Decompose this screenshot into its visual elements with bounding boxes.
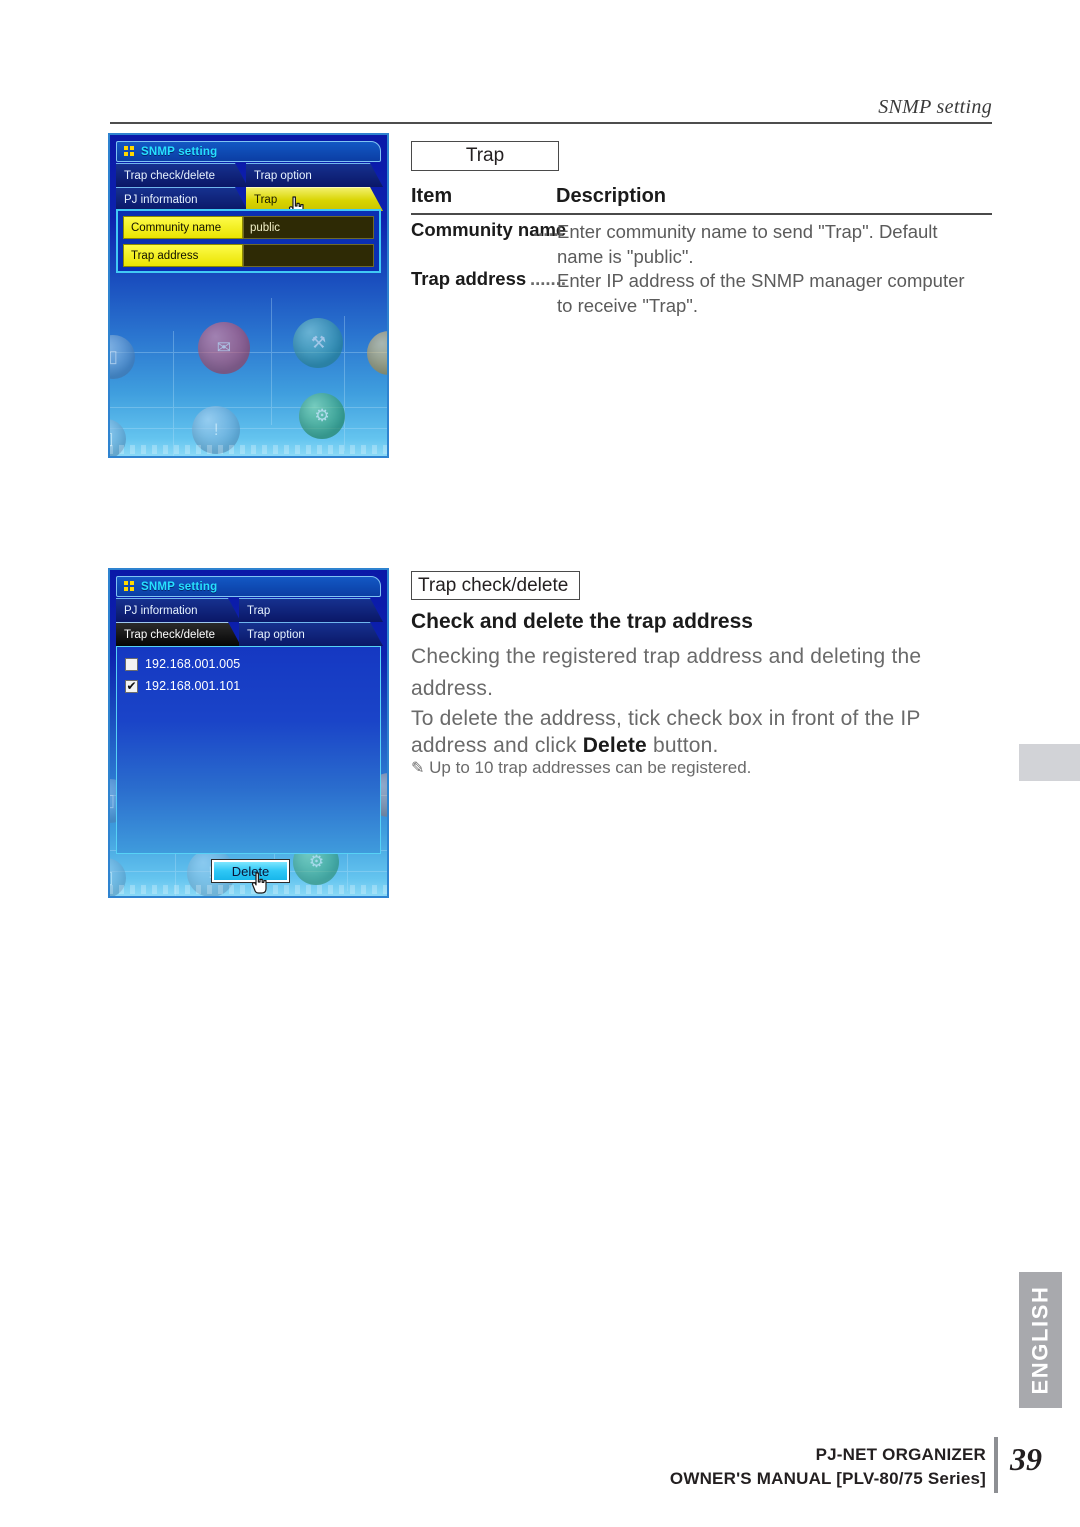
language-tab: ENGLISH [1019, 1272, 1062, 1408]
tab-label: Trap [254, 193, 278, 206]
paragraph-2-post: button. [646, 734, 719, 757]
note-text: Up to 10 trap addresses can be registere… [429, 758, 752, 777]
tab-label: Trap [247, 604, 271, 617]
background-grid [108, 276, 389, 458]
tab-label: Trap option [254, 169, 312, 182]
screenshot-trap-check-delete: ✉ ⚒ ⚙ ! ▯ ▣ SNMP setting PJ information … [108, 568, 389, 898]
app-dots-icon [124, 581, 135, 592]
running-head: SNMP setting [878, 96, 992, 118]
window-title: SNMP setting [141, 580, 218, 593]
tab-row-upper: Trap check/delete Trap option [116, 163, 381, 187]
description-community-name-line1: Enter community name to send "Trap". Def… [557, 221, 938, 242]
table-header-description: Description [556, 185, 667, 207]
tab-label: Trap check/delete [124, 628, 215, 641]
tab-label: PJ information [124, 193, 198, 206]
window-title: SNMP setting [141, 145, 218, 158]
description-trap-address-line2: to receive "Trap". [557, 295, 698, 316]
tab-row-upper: PJ information Trap [116, 598, 381, 622]
tab-trap-option[interactable]: Trap option [246, 163, 383, 187]
callout-trap-check-delete: Trap check/delete [411, 571, 580, 600]
tab-row-lower: PJ information Trap [116, 187, 381, 211]
camera-orb-icon: ⚙ [299, 393, 346, 439]
header-rule [110, 122, 992, 124]
paragraph-1-line-1: Checking the registered trap address and… [411, 645, 922, 668]
field-row: Community name public [123, 216, 374, 239]
note-line: ✎ Up to 10 trap addresses can be registe… [411, 756, 751, 780]
screenshot-trap: ✉ ⚒ ⚙ ! ▯ ▣ SNMP setting Trap check/dele… [108, 133, 389, 458]
trap-address-list: ✔ 192.168.001.005 ✔ 192.168.001.101 [116, 646, 381, 854]
delete-button-label: Delete [231, 863, 270, 879]
trap-address-label: Trap address [123, 244, 243, 267]
footer-manual: OWNER'S MANUAL [PLV-80/75 Series] [669, 1469, 986, 1488]
window-titlebar: SNMP setting [116, 576, 381, 597]
tab-trap-option[interactable]: Trap option [239, 622, 383, 646]
tab-pj-information[interactable]: PJ information [116, 598, 241, 622]
tab-trap[interactable]: Trap [246, 187, 383, 211]
mail-orb-icon: ✉ [197, 321, 250, 374]
section-thumb-tab [1019, 744, 1080, 781]
callout-label: Trap [465, 145, 505, 166]
tab-trap[interactable]: Trap [239, 598, 383, 622]
item-trap-address: Trap address [411, 268, 527, 289]
description-community-name-line2: name is "public". [557, 246, 694, 267]
tab-label: Trap check/delete [124, 169, 215, 182]
window-titlebar: SNMP setting [116, 141, 381, 162]
table-header-item: Item [411, 185, 453, 207]
footer-dot-strip [108, 885, 389, 894]
pencil-icon: ✎ [411, 758, 425, 777]
field-row: Trap address [123, 244, 374, 267]
tab-pj-information[interactable]: PJ information [116, 187, 248, 211]
list-item[interactable]: ✔ 192.168.001.101 [125, 676, 372, 696]
checkbox-address-1[interactable]: ✔ [125, 657, 138, 671]
tab-trap-check-delete[interactable]: Trap check/delete [116, 622, 241, 646]
callout-trap: Trap [411, 141, 559, 171]
trap-address-input[interactable] [243, 244, 374, 267]
community-name-label: Community name [123, 216, 243, 239]
footer-dot-strip [108, 445, 389, 454]
footer-product: PJ-NET ORGANIZER [815, 1445, 986, 1464]
section-heading: Check and delete the trap address [411, 610, 753, 633]
paragraph-1-line-2: address. [411, 677, 494, 700]
manual-page: SNMP setting ✉ ⚒ ⚙ ! ▯ ▣ S [0, 0, 1080, 1527]
description-trap-address-line1: Enter IP address of the SNMP manager com… [557, 270, 965, 291]
address-value: 192.168.001.101 [145, 679, 241, 693]
community-name-input[interactable]: public [243, 216, 374, 239]
tab-label: PJ information [124, 604, 198, 617]
app-dots-icon [124, 146, 135, 157]
tab-trap-check-delete[interactable]: Trap check/delete [116, 163, 248, 187]
paragraph-2-pre: address and click [411, 734, 583, 757]
address-value: 192.168.001.005 [145, 657, 241, 671]
checkbox-address-2[interactable]: ✔ [125, 679, 138, 693]
list-item[interactable]: ✔ 192.168.001.005 [125, 654, 372, 674]
page-number: 39 [1010, 1441, 1042, 1477]
delete-keyword: Delete [582, 734, 647, 757]
language-tab-label: ENGLISH [1027, 1285, 1053, 1395]
tab-row-lower: Trap check/delete Trap option [116, 622, 381, 646]
callout-label: Trap check/delete [418, 574, 569, 596]
tab-label: Trap option [247, 628, 305, 641]
table-rule [411, 213, 992, 215]
trap-form-panel: Community name public Trap address [116, 209, 381, 273]
delete-button[interactable]: Delete [211, 859, 290, 883]
footer-divider [994, 1437, 998, 1493]
